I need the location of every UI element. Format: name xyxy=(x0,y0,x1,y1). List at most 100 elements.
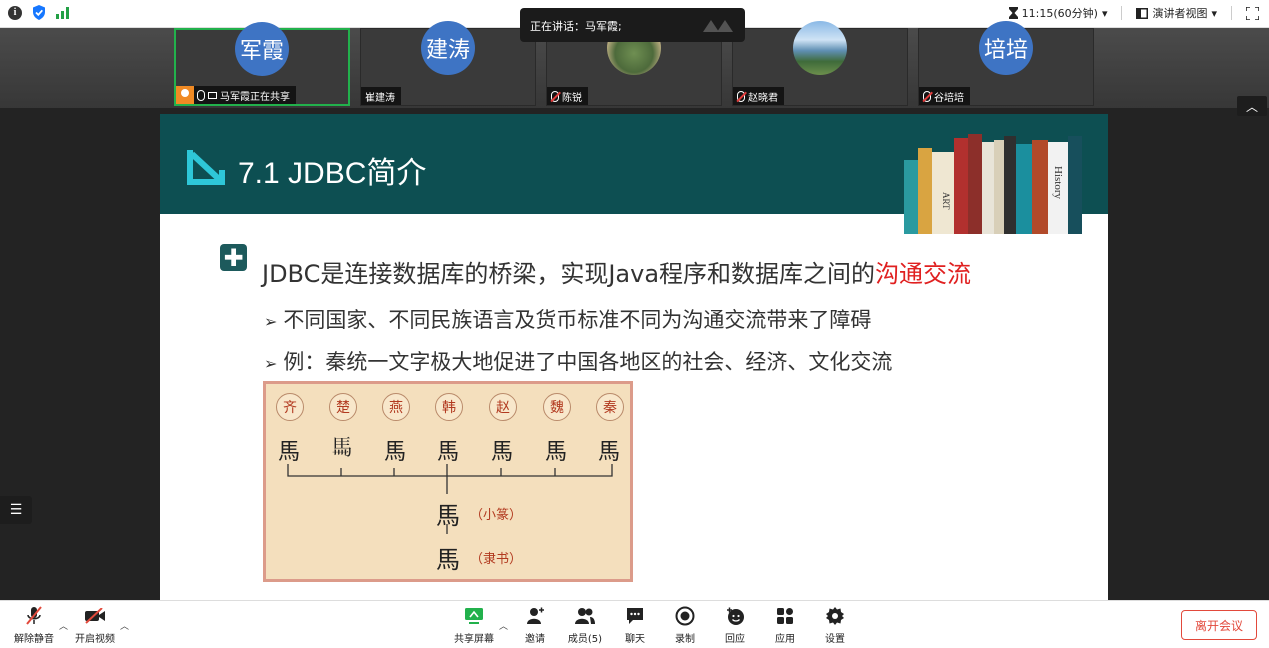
xiaozhuan-glyph: 馬 xyxy=(436,502,460,530)
hourglass-icon xyxy=(1008,7,1018,19)
screen-icon xyxy=(208,91,217,99)
avatar: 培培 xyxy=(979,21,1033,75)
apps-label: 应用 xyxy=(775,634,795,645)
members-icon xyxy=(575,608,595,624)
participant-tile[interactable]: 军霞 马军霞正在共享 xyxy=(174,22,350,106)
microphone-muted-icon xyxy=(551,90,559,102)
timer-label: 11:15(60分钟) xyxy=(1021,7,1098,20)
chat-button[interactable]: 聊天 xyxy=(622,605,648,645)
books-illustration: ART History xyxy=(904,134,1082,234)
microphone-muted-icon xyxy=(923,90,931,102)
participant-tile[interactable]: 建涛 崔建涛 xyxy=(360,21,536,106)
reaction-icon xyxy=(727,607,744,625)
screen-share-badge-icon xyxy=(176,86,194,104)
record-icon xyxy=(675,606,695,626)
participant-name: 崔建涛 xyxy=(365,92,395,104)
leave-meeting-button[interactable]: 离开会议 xyxy=(1181,610,1257,640)
participant-tile[interactable]: 赵晓君 xyxy=(732,21,908,106)
settings-button[interactable]: 设置 xyxy=(822,605,848,645)
shared-slide: 7.1 JDBC简介 ART History ✚ JDBC是连接数据库的桥梁，实… xyxy=(160,114,1108,600)
main-point: JDBC是连接数据库的桥梁，实现Java程序和数据库之间的沟通交流 xyxy=(262,254,971,289)
fullscreen-icon[interactable] xyxy=(1246,6,1259,20)
share-screen-icon xyxy=(465,608,483,624)
xiaozhuan-caption: （小篆） xyxy=(470,508,523,523)
sub-point: ➢ 不同国家、不同民族语言及货币标准不同为沟通交流带来了障碍 xyxy=(264,304,871,334)
participant-nametag: 赵晓君 xyxy=(733,87,784,105)
view-label: 演讲者视图 xyxy=(1152,7,1208,20)
top-left-icons: i xyxy=(8,5,69,20)
microphone-muted-icon xyxy=(737,90,745,102)
video-off-icon xyxy=(85,608,105,624)
react-label: 回应 xyxy=(725,634,745,645)
apps-button[interactable]: 应用 xyxy=(772,605,798,645)
participant-nametag: 陈锐 xyxy=(547,87,588,105)
top-right-controls: 11:15(60分钟) ▾ 演讲者视图 ▾ xyxy=(1008,5,1259,21)
invite-label: 邀请 xyxy=(525,634,545,645)
signal-icon[interactable] xyxy=(56,6,69,19)
divider xyxy=(1121,6,1123,20)
book-spine-art: ART xyxy=(941,192,951,210)
microphone-icon xyxy=(197,89,205,101)
record-label: 录制 xyxy=(675,634,695,645)
start-video-button[interactable]: 开启视频 ︿ xyxy=(73,605,129,645)
list-icon: ☰ xyxy=(9,502,23,518)
speaking-indicator: 正在讲话：马军霞; xyxy=(520,8,745,42)
participant-nametag: 马军霞正在共享 xyxy=(176,86,296,104)
participant-name: 谷培培 xyxy=(934,92,964,104)
sub-point-text: 例：秦统一文字极大地促进了中国各地区的社会、经济、文化交流 xyxy=(283,350,893,374)
members-button[interactable]: 成员(5) xyxy=(566,605,604,645)
chat-label: 聊天 xyxy=(625,634,645,645)
arrow-bullet-icon: ➢ xyxy=(264,312,278,331)
chevron-up-icon[interactable]: ︿ xyxy=(499,619,508,632)
participant-nametag: 崔建涛 xyxy=(361,87,401,105)
chevron-up-icon[interactable]: ︿ xyxy=(59,619,68,632)
arrow-bullet-icon: ➢ xyxy=(264,354,278,373)
share-screen-button[interactable]: 共享屏幕 ︿ xyxy=(452,605,508,645)
participant-name: 赵晓君 xyxy=(748,92,778,104)
view-switch[interactable]: 演讲者视图 ▾ xyxy=(1136,5,1217,21)
script-evolution-figure: 齐 楚 燕 韩 赵 魏 秦 馬 𩡧 馬 馬 馬 馬 馬 馬 （小篆） 馬 （隶书… xyxy=(263,381,633,582)
participant-tile[interactable]: 培培 谷培培 xyxy=(918,21,1094,106)
avatar: 建涛 xyxy=(421,21,475,75)
speaking-text: 正在讲话：马军霞; xyxy=(530,20,622,33)
shield-icon[interactable] xyxy=(32,5,46,20)
members-label: 成员(5) xyxy=(567,634,603,645)
react-button[interactable]: 回应 xyxy=(722,605,748,645)
share-screen-label: 共享屏幕 xyxy=(454,634,494,645)
info-icon[interactable]: i xyxy=(8,5,22,20)
start-video-label: 开启视频 xyxy=(75,634,115,645)
participant-name: 马军霞正在共享 xyxy=(220,91,290,103)
avatar xyxy=(793,21,847,75)
apps-icon xyxy=(777,608,793,624)
chat-icon xyxy=(627,608,643,624)
invite-button[interactable]: 邀请 xyxy=(520,605,550,645)
unmute-label: 解除静音 xyxy=(14,634,54,645)
chevron-up-icon: ︿ xyxy=(1245,99,1258,114)
chevron-down-icon: ▾ xyxy=(1211,6,1217,20)
lishu-glyph: 馬 xyxy=(436,546,460,574)
chevron-down-icon: ▾ xyxy=(1101,6,1108,20)
tencent-meeting-logo-icon xyxy=(703,20,733,32)
slide-title: 7.1 JDBC简介 xyxy=(238,157,427,190)
meeting-toolbar: 解除静音 ︿ 开启视频 ︿ 共享屏幕 ︿ 邀请 成员(5) 聊天 录制 回应 应… xyxy=(0,600,1269,648)
gear-icon xyxy=(826,607,844,625)
main-point-highlight: 沟通交流 xyxy=(875,260,972,288)
book-spine-history: History xyxy=(1052,166,1064,200)
record-button[interactable]: 录制 xyxy=(672,605,698,645)
unmute-button[interactable]: 解除静音 ︿ xyxy=(12,605,68,645)
microphone-muted-icon xyxy=(26,606,42,625)
lishu-caption: （隶书） xyxy=(470,552,523,567)
plus-bullet-icon: ✚ xyxy=(220,244,247,271)
sub-point-text: 不同国家、不同民族语言及货币标准不同为沟通交流带来了障碍 xyxy=(283,308,872,332)
collapse-strip-button[interactable]: ︿ xyxy=(1237,96,1267,116)
participant-nametag: 谷培培 xyxy=(919,87,970,105)
arrow-down-right-icon xyxy=(187,150,225,185)
meeting-timer[interactable]: 11:15(60分钟) ▾ xyxy=(1008,5,1108,21)
participant-name: 陈锐 xyxy=(562,92,582,104)
avatar: 军霞 xyxy=(235,22,289,76)
main-point-text: JDBC是连接数据库的桥梁，实现Java程序和数据库之间的 xyxy=(262,260,876,288)
side-menu-button[interactable]: ☰ xyxy=(0,496,32,524)
chevron-up-icon[interactable]: ︿ xyxy=(120,619,129,632)
sub-point: ➢ 例：秦统一文字极大地促进了中国各地区的社会、经济、文化交流 xyxy=(264,346,892,376)
divider xyxy=(1231,6,1232,20)
